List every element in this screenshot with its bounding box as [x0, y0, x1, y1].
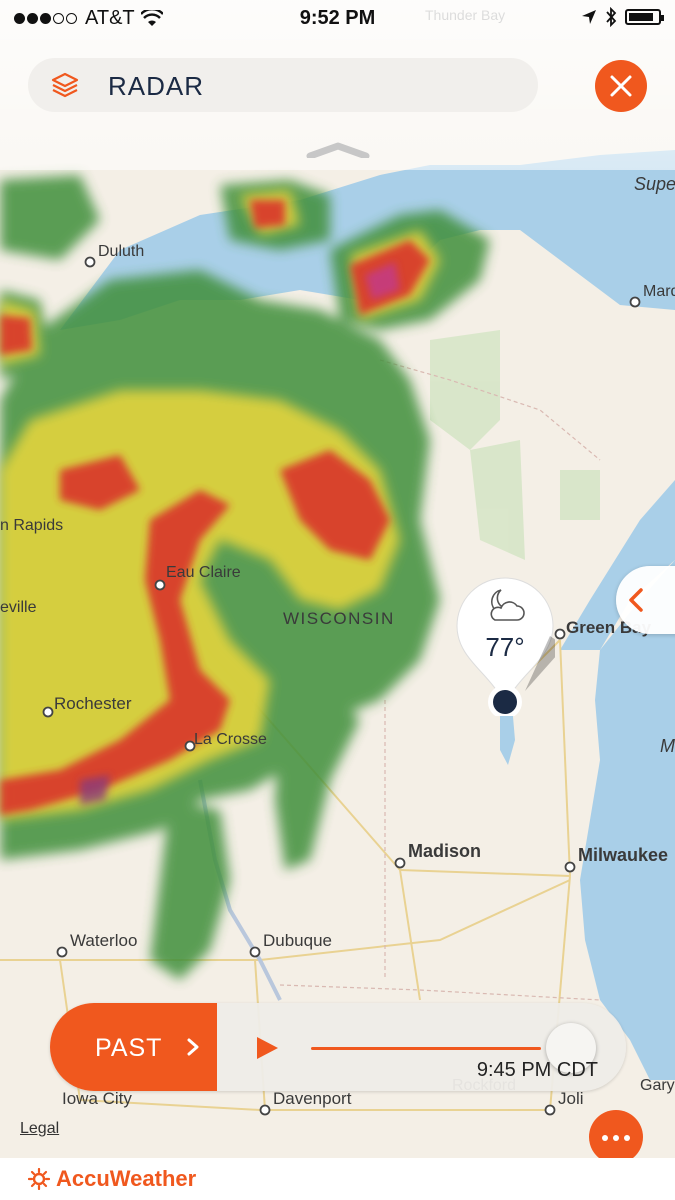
timeline-track[interactable] — [311, 1047, 541, 1050]
more-dot-icon — [602, 1135, 608, 1141]
city-label: Dubuque — [263, 931, 332, 950]
footer: AccuWeather — [0, 1158, 675, 1200]
city-dot — [564, 861, 576, 873]
city-dot — [554, 628, 566, 640]
battery-icon — [625, 9, 664, 25]
location-arrow-icon — [582, 10, 596, 24]
city-dot — [394, 857, 406, 869]
more-dot-icon — [613, 1135, 619, 1141]
city-label: Davenport — [273, 1089, 352, 1108]
city-label: eville — [0, 599, 37, 616]
drawer-handle-icon[interactable] — [306, 142, 370, 158]
brand[interactable]: AccuWeather — [28, 1166, 196, 1192]
close-button[interactable] — [595, 60, 647, 112]
city-label: La Crosse — [194, 731, 267, 748]
status-time: 9:52 PM — [299, 7, 376, 29]
region-label-wisconsin: WISCONSIN — [283, 609, 395, 628]
more-dot-icon — [624, 1135, 630, 1141]
city-label: n Rapids — [0, 517, 63, 534]
city-label: Madison — [408, 841, 481, 861]
city-label: Eau Claire — [166, 564, 241, 581]
legal-link[interactable]: Legal — [20, 1120, 59, 1138]
pin-temperature: 77° — [485, 632, 525, 662]
radar-title-bar[interactable]: RADAR — [28, 58, 538, 112]
timeline-time: 9:45 PM CDT — [476, 1059, 598, 1081]
timeline-control: PAST 9:45 PM CDT — [50, 1003, 626, 1091]
city-label: Gary — [640, 1077, 675, 1094]
city-label: Waterloo — [70, 931, 137, 950]
accuweather-sun-icon — [28, 1168, 50, 1190]
page-title: RADAR — [108, 71, 205, 101]
city-dot — [154, 579, 166, 591]
city-dot — [84, 256, 96, 268]
status-right — [581, 7, 664, 27]
city-label: Rochester — [54, 694, 132, 713]
city-label: Milwaukee — [578, 845, 668, 865]
chevron-left-icon — [629, 588, 643, 612]
side-panel-tab[interactable] — [616, 566, 675, 634]
partly-cloudy-night-icon — [490, 589, 525, 621]
city-dot — [259, 1104, 271, 1116]
location-pin[interactable]: 77° — [455, 576, 555, 716]
layers-icon[interactable] — [50, 70, 80, 100]
more-options-button[interactable] — [589, 1110, 643, 1164]
chevron-right-icon — [187, 1038, 199, 1056]
play-icon[interactable] — [254, 1035, 280, 1061]
brand-name: AccuWeather — [56, 1166, 197, 1191]
city-label: Duluth — [98, 243, 144, 260]
region-label-superior: Supe — [634, 174, 675, 194]
city-dot — [249, 946, 261, 958]
bluetooth-icon — [606, 7, 617, 27]
city-dot — [544, 1104, 556, 1116]
city-label: Joli — [558, 1089, 584, 1108]
city-label: Iowa City — [62, 1089, 132, 1108]
city-label: Marq — [643, 283, 675, 300]
close-icon — [610, 75, 632, 97]
status-bar: AT&T 9:52 PM — [0, 0, 675, 38]
city-dot — [42, 706, 54, 718]
region-label-michigan: M — [660, 736, 675, 756]
city-dot — [56, 946, 68, 958]
city-dot — [629, 296, 641, 308]
